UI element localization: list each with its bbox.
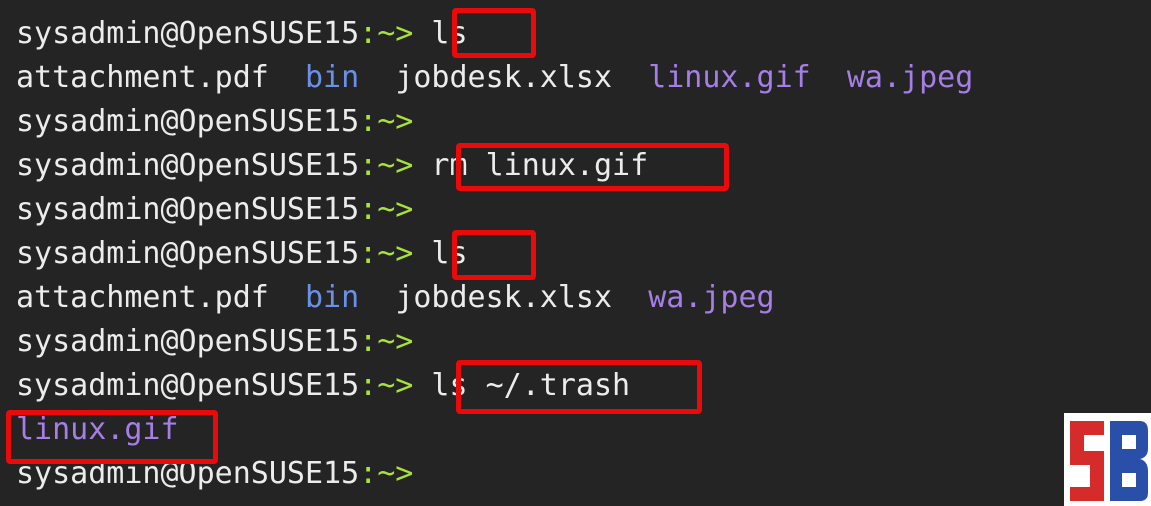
highlight-box xyxy=(456,143,729,191)
prompt-path: :~> xyxy=(359,236,414,271)
prompt-path: :~> xyxy=(359,16,414,51)
highlight-box xyxy=(456,360,702,414)
prompt-line: sysadmin@OpenSUSE15:~> xyxy=(16,99,413,145)
prompt-path: :~> xyxy=(359,148,414,183)
directory-entry: bin xyxy=(305,60,360,95)
prompt-path: :~> xyxy=(359,104,414,139)
prompt-path: :~> xyxy=(359,456,414,491)
media-file-entry: wa.jpeg xyxy=(846,60,974,95)
prompt-line: sysadmin@OpenSUSE15:~> xyxy=(16,187,413,233)
prompt-path: :~> xyxy=(359,368,414,403)
file-entry: attachment.pdf xyxy=(16,60,269,95)
sb-logo-icon xyxy=(1064,413,1151,506)
media-file-entry: linux.gif xyxy=(648,60,811,95)
prompt-path: :~> xyxy=(359,192,414,227)
prompt-user-host: sysadmin@OpenSUSE15 xyxy=(16,104,360,139)
prompt-line: sysadmin@OpenSUSE15:~> xyxy=(16,319,413,365)
prompt-line: sysadmin@OpenSUSE15:~> ls xyxy=(16,231,468,277)
prompt-user-host: sysadmin@OpenSUSE15 xyxy=(16,368,360,403)
highlight-box xyxy=(6,410,218,464)
prompt-line: sysadmin@OpenSUSE15:~> ls xyxy=(16,11,468,57)
highlight-box xyxy=(452,230,536,280)
highlight-box xyxy=(452,8,536,58)
media-file-entry: wa.jpeg xyxy=(648,280,775,315)
prompt-user-host: sysadmin@OpenSUSE15 xyxy=(16,192,360,227)
directory-entry: bin xyxy=(305,280,360,315)
prompt-user-host: sysadmin@OpenSUSE15 xyxy=(16,324,360,359)
prompt-user-host: sysadmin@OpenSUSE15 xyxy=(16,236,360,271)
file-entry: jobdesk.xlsx xyxy=(395,280,613,315)
prompt-user-host: sysadmin@OpenSUSE15 xyxy=(16,148,360,183)
terminal-window[interactable]: sysadmin@OpenSUSE15:~> ls attachment.pdf… xyxy=(0,0,1151,506)
output-line: attachment.pdf bin jobdesk.xlsx linux.gi… xyxy=(16,55,973,101)
prompt-user-host: sysadmin@OpenSUSE15 xyxy=(16,16,360,51)
prompt-path: :~> xyxy=(359,324,414,359)
file-entry: attachment.pdf xyxy=(16,280,269,315)
file-entry: jobdesk.xlsx xyxy=(395,60,613,95)
output-line: attachment.pdf bin jobdesk.xlsx wa.jpeg xyxy=(16,275,775,321)
